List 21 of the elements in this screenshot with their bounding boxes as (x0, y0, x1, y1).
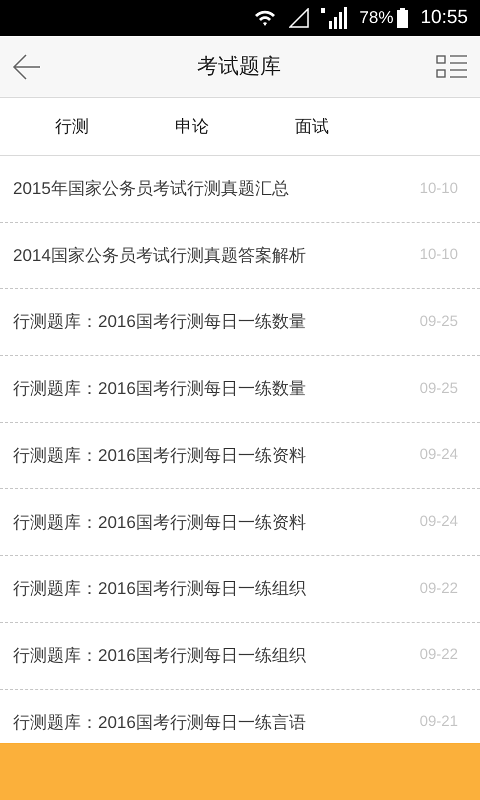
battery-level: 78% (359, 7, 394, 30)
article-title[interactable]: 行测题库：2016国考行测每日一练组织 (13, 642, 306, 668)
article-title[interactable]: 行测题库：2016国考行测每日一练数量 (13, 376, 306, 402)
article-title[interactable]: 行测题库：2016国考行测每日一练资料 (13, 510, 306, 536)
battery-icon (397, 8, 408, 28)
article-title[interactable]: 行测题库：2016国考行测每日一练组织 (13, 576, 306, 602)
category-tab[interactable]: 行测 (12, 106, 132, 148)
back-arrow-icon[interactable] (12, 52, 42, 82)
article-title[interactable]: 2014国家公务员考试行测真题答案解析 (13, 242, 306, 268)
article-title[interactable]: 行测题库：2016国考行测每日一练资料 (13, 442, 306, 468)
category-tab[interactable]: 面试 (252, 106, 372, 148)
signal-icon (289, 8, 310, 28)
signal-icon (321, 7, 348, 29)
article-title[interactable]: 行测题库：2016国考行测每日一练言语 (13, 710, 306, 736)
page-title: 考试题库 (197, 54, 281, 80)
article-title[interactable]: 2015年国家公务员考试行测真题汇总 (13, 176, 289, 202)
wifi-icon (253, 9, 278, 27)
category-tab[interactable]: 申论 (132, 106, 252, 148)
article-title[interactable]: 行测题库：2016国考行测每日一练数量 (13, 309, 306, 335)
clock-time: 10:55 (420, 6, 468, 30)
list-view-icon[interactable] (436, 54, 468, 80)
